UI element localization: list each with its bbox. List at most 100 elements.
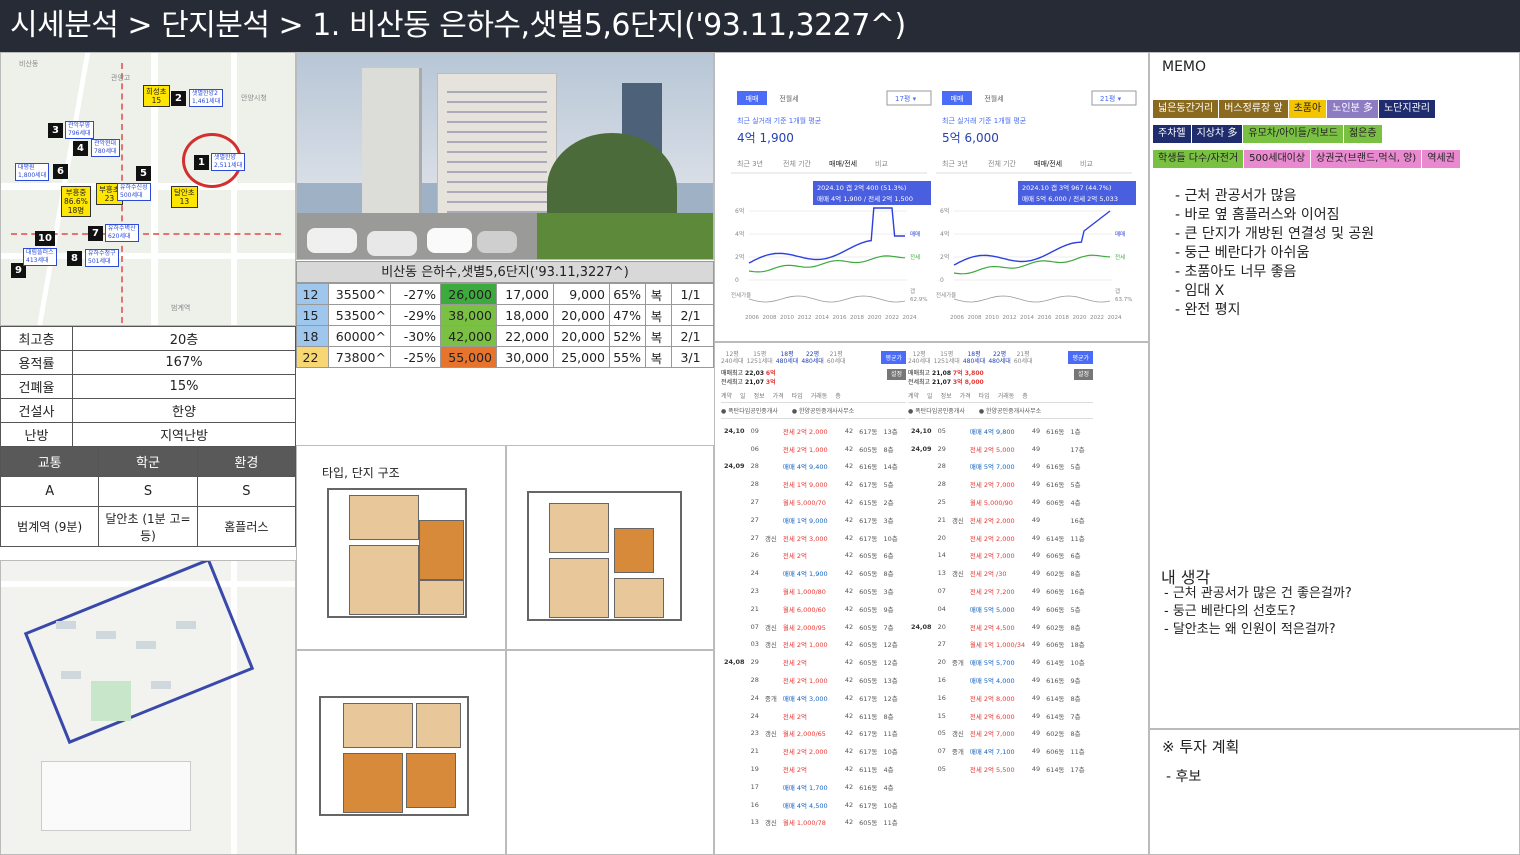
trade-row[interactable]: 27 매매 1억 9,000 42 617동 3층 [721, 511, 901, 529]
trade-dong: 606동 [1046, 499, 1065, 508]
info-value: 지역난방 [72, 422, 296, 447]
trade-row[interactable]: 16 매매 4억 4,500 42 617동 10층 [721, 796, 901, 814]
trade-row[interactable]: 24,10 05 매매 4억 9,800 49 616동 1층 [908, 422, 1088, 440]
agent-name[interactable]: ● 폭탄다임공인중개사 [721, 406, 778, 415]
period-tab[interactable]: 최근 3년 [737, 159, 763, 168]
tab-rent[interactable]: 전월세 [984, 94, 1003, 103]
floorplan-area: 타입, 단지 구조 [296, 445, 506, 650]
trade-row[interactable]: 28 전세 2억 1,000 42 605동 13층 [721, 671, 901, 689]
trade-row[interactable]: 24,08 29 전세 2억 42 605동 12층 [721, 653, 901, 671]
site-plan-map[interactable] [0, 560, 296, 855]
trade-row[interactable]: 24 전세 2억 42 611동 8층 [721, 707, 901, 725]
period-tab[interactable]: 전체 기간 [783, 159, 812, 168]
memo-tag: 초품아 [1288, 100, 1327, 118]
period-tab[interactable]: 전체 기간 [988, 159, 1017, 168]
trade-row[interactable]: 07 중개 매매 4억 7,100 49 606동 11층 [908, 742, 1088, 760]
trade-day: 21 [937, 515, 946, 524]
trade-dong: 602동 [1046, 570, 1065, 579]
tab-sale[interactable]: 매매 [746, 95, 759, 103]
agent-name[interactable]: ● 한양공인중개사사무소 [979, 406, 1041, 415]
trade-row[interactable]: 07 갱신 월세 2,000/95 42 605동 7층 [721, 618, 901, 636]
trade-row[interactable]: 24 중개 매매 4억 3,000 42 617동 12층 [721, 689, 901, 707]
info-value: 15% [72, 374, 296, 399]
size-select[interactable]: 17평 ▾ [895, 94, 917, 103]
trade-row[interactable]: 05 전세 2억 5,500 49 614동 17층 [908, 760, 1088, 778]
trade-row[interactable]: 20 전세 2억 2,000 49 614동 11층 [908, 529, 1088, 547]
trade-dong: 605동 [859, 641, 878, 650]
trade-row[interactable]: 15 전세 2억 6,000 49 614동 7층 [908, 707, 1088, 725]
trade-price: 월세 5,000/70 [782, 499, 826, 508]
trade-row[interactable]: 24,09 28 매매 4억 9,400 42 616동 14층 [721, 458, 901, 476]
location-map[interactable]: 비산동 관양고 안양시청 범계역 희성초 15 부흥중 86.6% 18명 부흥초 2… [0, 52, 296, 326]
compare-button[interactable]: 평균가 [881, 351, 906, 364]
size-tab[interactable]: 22평 480세대 [988, 351, 1011, 365]
size-select[interactable]: 21평 ▾ [1100, 94, 1122, 103]
trade-row[interactable]: 24,08 20 전세 2억 4,500 49 602동 8층 [908, 618, 1088, 636]
size-tab[interactable]: 12평 240세대 [721, 351, 744, 365]
trade-row[interactable]: 20 중개 매매 5억 5,700 49 614동 10층 [908, 653, 1088, 671]
trade-row[interactable]: 24 매매 4억 1,900 42 605동 8층 [721, 564, 901, 582]
trade-row[interactable]: 05 갱신 전세 2억 7,000 49 602동 8층 [908, 725, 1088, 743]
tooltip-line1: 2024.10 갭 3억 967 (44.7%) [1022, 184, 1111, 192]
size-tab[interactable]: 15평 1251세대 [934, 351, 960, 365]
trade-row[interactable]: 27 월세 1억 1,000/34 49 606동 18층 [908, 636, 1088, 654]
trade-row[interactable]: 13 갱신 월세 1,000/78 42 605동 11층 [721, 814, 901, 832]
period-tab[interactable]: 매매/전세 [829, 159, 857, 168]
size-tab[interactable]: 18평 480세대 [776, 351, 799, 365]
trade-row[interactable]: 25 월세 5,000/90 49 606동 4층 [908, 493, 1088, 511]
size-tab[interactable]: 21평 60세대 [827, 351, 846, 365]
period-tab[interactable]: 최근 3년 [942, 159, 968, 168]
compare-button[interactable]: 평균가 [1068, 351, 1093, 364]
period-tab[interactable]: 비교 [875, 159, 888, 168]
size-tab[interactable]: 18평 480세대 [963, 351, 986, 365]
trade-row[interactable]: 23 갱신 월세 2,000/65 42 617동 11층 [721, 725, 901, 743]
period-tab[interactable]: 비교 [1080, 159, 1093, 168]
trade-row[interactable]: 21 월세 6,000/60 42 605동 9층 [721, 600, 901, 618]
tab-rent[interactable]: 전월세 [779, 94, 798, 103]
trade-dong: 617동 [859, 516, 878, 525]
trade-row[interactable]: 04 매매 5억 5,000 49 606동 5층 [908, 600, 1088, 618]
trade-month [908, 653, 935, 671]
trade-row[interactable]: 21 전세 2억 2,000 42 617동 10층 [721, 742, 901, 760]
trade-row[interactable]: 28 전세 1억 9,000 42 617동 5층 [721, 475, 901, 493]
tab-sale[interactable]: 매매 [951, 95, 964, 103]
max-sale-val: 6억 [765, 370, 776, 377]
trade-row[interactable]: 14 전세 2억 7,000 49 606동 6층 [908, 547, 1088, 565]
trade-row[interactable]: 16 매매 5억 4,000 49 616동 9층 [908, 671, 1088, 689]
size-tab[interactable]: 21평 60세대 [1014, 351, 1033, 365]
trade-row[interactable]: 27 갱신 전세 2억 3,000 42 617동 10층 [721, 529, 901, 547]
max-sale-label: 매매최고 [908, 370, 931, 377]
trade-row[interactable]: 24,09 29 전세 2억 5,000 49 17층 [908, 440, 1088, 458]
trade-row[interactable]: 28 전세 2억 7,000 49 616동 5층 [908, 475, 1088, 493]
trade-floor: 4층 [883, 783, 894, 792]
jeonse-cell: 30,000 [496, 346, 554, 368]
set-button[interactable]: 설정 [886, 369, 906, 380]
trade-row[interactable]: 27 월세 5,000/70 42 615동 2층 [721, 493, 901, 511]
trade-row[interactable]: 16 전세 2억 8,000 49 614동 8층 [908, 689, 1088, 707]
size-tab[interactable]: 22평 480세대 [801, 351, 824, 365]
trade-floor: 8층 [1070, 570, 1081, 579]
size-tab[interactable]: 15평 1251세대 [747, 351, 773, 365]
trade-row[interactable]: 19 전세 2억 42 611동 4층 [721, 760, 901, 778]
trade-row[interactable]: 06 전세 2억 1,000 42 605동 8층 [721, 440, 901, 458]
trade-row[interactable]: 24,10 09 전세 2억 2,000 42 617동 13층 [721, 422, 901, 440]
trade-row[interactable]: 17 매매 4억 1,700 42 616동 4층 [721, 778, 901, 796]
agent-name[interactable]: ● 한양공인중개사사무소 [792, 406, 854, 415]
trade-row[interactable]: 03 갱신 전세 2억 1,000 42 605동 12층 [721, 636, 901, 654]
x-tick: 2008 [968, 315, 982, 321]
agent-name[interactable]: ● 폭탄다임공인중개사 [908, 406, 965, 415]
set-button[interactable]: 설정 [1073, 369, 1093, 380]
trade-row[interactable]: 28 매매 5억 7,000 49 616동 5층 [908, 458, 1088, 476]
trade-row[interactable]: 13 갱신 전세 2억 /30 49 602동 8층 [908, 564, 1088, 582]
trade-row[interactable]: 23 월세 1,000/80 42 605동 3층 [721, 582, 901, 600]
size-tab[interactable]: 12평 240세대 [908, 351, 931, 365]
trade-dong: 617동 [859, 694, 878, 703]
trade-floor: 11층 [1070, 534, 1085, 543]
column-header: 가격 [772, 393, 784, 400]
pct-cell: -25% [390, 346, 441, 368]
trade-floor: 14층 [883, 463, 898, 472]
trade-row[interactable]: 26 전세 2억 42 605동 6층 [721, 547, 901, 565]
period-tab[interactable]: 매매/전세 [1034, 159, 1062, 168]
trade-row[interactable]: 21 갱신 전세 2억 2,000 49 16층 [908, 511, 1088, 529]
trade-row[interactable]: 07 전세 2억 7,200 49 606동 16층 [908, 582, 1088, 600]
